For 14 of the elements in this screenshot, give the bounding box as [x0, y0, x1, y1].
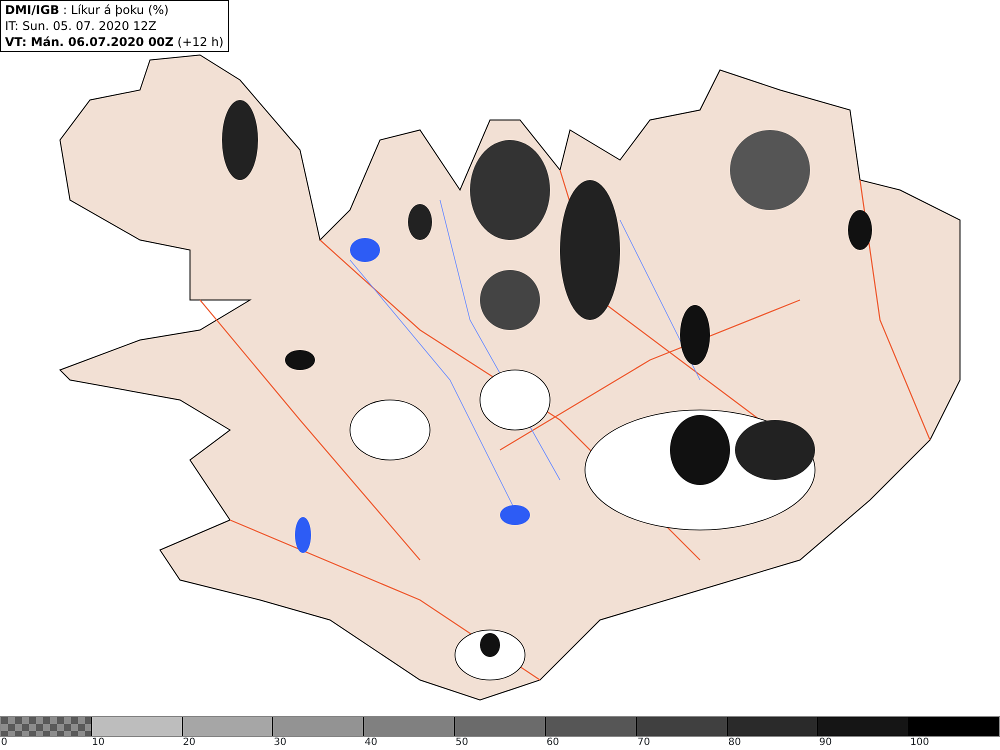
scale-label: 30: [274, 737, 286, 748]
header-line: VT: Mán. 06.07.2020 00Z (+12 h): [5, 34, 224, 50]
header-line: DMI/IGB : Líkur á þoku (%): [5, 2, 170, 18]
scale-label: 100: [910, 737, 930, 748]
scale-label: 60: [546, 737, 560, 748]
scale-label: 90: [819, 737, 832, 748]
scale-label: 80: [728, 737, 741, 748]
scale-label: 10: [92, 737, 105, 748]
scale-label: 20: [182, 737, 196, 748]
header-line: IT: Sun. 05. 07. 2020 12Z: [5, 18, 158, 34]
scale-label: 50: [456, 737, 468, 748]
scale-label: 40: [364, 737, 378, 748]
scale-label: 70: [637, 737, 650, 748]
scale-label: 0: [1, 737, 8, 748]
